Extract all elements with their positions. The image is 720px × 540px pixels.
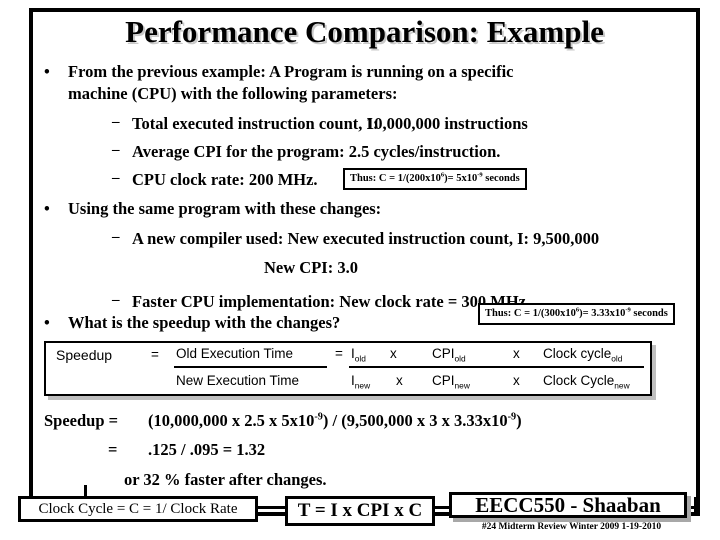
bullet-glyph-3: • — [44, 313, 50, 332]
speedup-num-x1: x — [390, 346, 397, 361]
speedup-den-clock-cycle: Clock Cyclenew — [543, 373, 630, 391]
clock-cycle-definition-box: Clock Cycle = C = 1/ Clock Rate — [18, 496, 258, 522]
detail-cpu-clock-rate: CPU clock rate: 200 MHz. — [132, 170, 318, 189]
speedup-num-i-sub: old — [354, 353, 366, 364]
dash-glyph-3: – — [112, 170, 120, 186]
speedup-den-i: Inew — [351, 373, 371, 391]
detail-average-cpi: Average CPI for the program: 2.5 cycles/… — [132, 142, 501, 161]
calc-line-1-a: (10,000,000 x 2.5 x 5x10 — [148, 411, 315, 430]
speedup-label: Speedup — [56, 347, 113, 363]
execution-time-formula-box: T = I x CPI x C — [285, 496, 435, 526]
bullet-1-line-2: machine (CPU) with the following paramet… — [68, 84, 398, 103]
speedup-den-i-sub: new — [354, 380, 371, 391]
speedup-num-cc-text: Clock cycle — [543, 346, 612, 361]
callout-new-suffix: seconds — [630, 308, 668, 319]
dash-glyph-5: – — [112, 292, 120, 308]
detail-faster-cpu: Faster CPU implementation: New clock rat… — [132, 292, 526, 311]
speedup-equals-1: = — [151, 347, 159, 362]
connector-mid-1 — [255, 506, 287, 509]
callout-new-prefix: Thus: C = 1/(300x10 — [485, 308, 576, 319]
detail-instruction-count-label: Total executed instruction count, I: — [132, 114, 379, 133]
speedup-den-cpi-text: CPI — [432, 373, 455, 388]
speedup-den-x4: x — [513, 373, 520, 388]
callout-old-mid: )= 5x10 — [444, 173, 478, 184]
calc-line-1-expression: (10,000,000 x 2.5 x 5x10-9) / (9,500,000… — [148, 411, 522, 431]
speedup-numerator-text: Old Execution Time — [176, 346, 294, 361]
calc-line-2-equals: = — [108, 440, 118, 459]
dash-glyph-1: – — [112, 114, 120, 130]
speedup-den-x3: x — [396, 373, 403, 388]
speedup-num-cpi-sub: old — [454, 353, 466, 364]
calc-line-2-result: .125 / .095 = 1.32 — [148, 440, 266, 459]
speedup-den-cc-text: Clock Cycle — [543, 373, 615, 388]
slide-footnote: #24 Midterm Review Winter 2009 1-19-2010 — [481, 522, 662, 532]
speedup-den-cpi: CPInew — [432, 373, 470, 391]
speedup-num-cpi-text: CPI — [432, 346, 455, 361]
speedup-formula-box: Speedup = Old Execution Time New Executi… — [44, 341, 652, 396]
callout-new-mid: )= 3.33x10 — [579, 308, 626, 319]
callout-old-prefix: Thus: C = 1/(200x10 — [350, 173, 441, 184]
callout-old-clock-cycle: Thus: C = 1/(200x106)= 5x10-9 seconds — [343, 168, 527, 190]
speedup-denominator-text: New Execution Time — [176, 373, 300, 388]
speedup-num-cpi: CPIold — [432, 346, 466, 364]
speedup-num-clock-cycle: Clock cycleold — [543, 346, 623, 364]
calc-line-1-b-exp: -9 — [507, 411, 517, 423]
course-title-box: EECC550 - Shaaban — [449, 492, 687, 518]
dash-glyph-2: – — [112, 142, 120, 158]
speedup-num-i: Iold — [351, 346, 366, 364]
calc-line-1-label: Speedup = — [44, 411, 119, 430]
calc-line-1-a-exp: -9 — [314, 411, 323, 423]
callout-new-clock-cycle: Thus: C = 1/(300x106)= 3.33x10-9 seconds — [478, 303, 675, 325]
calc-line-1-b: ) / (9,500,000 x 3 x 3.33x10 — [322, 411, 508, 430]
connector-right-vertical — [694, 497, 697, 515]
speedup-equals-2: = — [335, 346, 343, 361]
dash-glyph-4: – — [112, 229, 120, 245]
page-title: Performance Comparison: Example — [125, 14, 604, 49]
bullet-2: Using the same program with these change… — [68, 199, 382, 218]
callout-old-suffix: seconds — [482, 173, 520, 184]
speedup-den-cpi-sub: new — [454, 380, 470, 391]
bullet-glyph-1: • — [44, 62, 50, 81]
detail-new-compiler: A new compiler used: New executed instru… — [132, 229, 600, 248]
bullet-3-question: What is the speedup with the changes? — [68, 313, 341, 332]
speedup-den-cc-sub: new — [614, 380, 630, 391]
calc-line-3-summary: or 32 % faster after changes. — [124, 470, 327, 489]
speedup-num-x2: x — [513, 346, 520, 361]
detail-new-cpi: New CPI: 3.0 — [264, 258, 358, 277]
calc-line-1-c: ) — [516, 411, 522, 430]
bullet-glyph-2: • — [44, 199, 50, 218]
detail-instruction-count-value: 10,000,000 instructions — [366, 114, 528, 133]
speedup-fraction-line-left — [174, 366, 327, 368]
speedup-num-cc-sub: old — [611, 353, 623, 364]
speedup-fraction-line-right — [349, 366, 644, 368]
bullet-1-line-1: From the previous example: A Program is … — [68, 62, 514, 81]
